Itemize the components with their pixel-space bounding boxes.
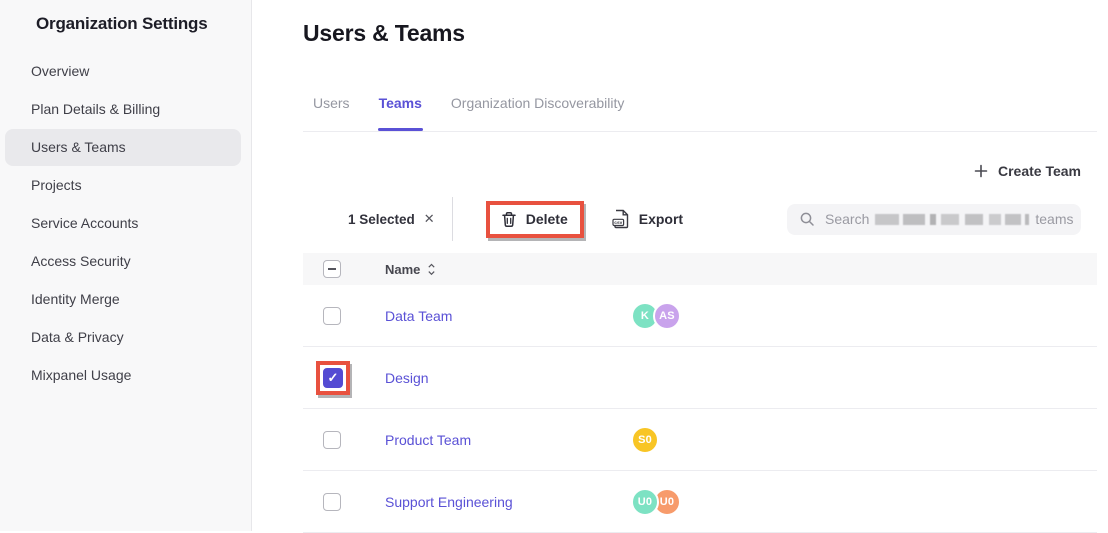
selected-count-label: 1 Selected [348,212,415,227]
page-title: Users & Teams [303,20,465,47]
team-row-support-engineering: Support EngineeringU0U0 [303,471,1097,533]
sidebar-item-overview[interactable]: Overview [5,53,241,90]
member-avatars: U0U0 [631,488,681,516]
bulk-actions-toolbar: 1 Selected ✕ Delete [303,197,1081,241]
row-checkbox[interactable] [323,493,341,511]
sidebar-item-plan-details-billing[interactable]: Plan Details & Billing [5,91,241,128]
search-icon [799,211,815,227]
trash-icon [501,211,517,228]
csv-file-icon: csv [612,209,630,229]
tab-bar: Users Teams Organization Discoverability [303,95,1097,132]
create-team-label: Create Team [998,163,1081,179]
member-avatar: AS [653,302,681,330]
member-avatar: S0 [631,426,659,454]
table-header-row: Name [303,253,1097,285]
main-content: Users & Teams Users Teams Organization Dis… [252,0,1108,531]
svg-text:csv: csv [614,221,622,226]
member-avatars: KAS [631,302,681,330]
sidebar-title: Organization Settings [0,0,251,34]
plus-icon [974,164,988,178]
sidebar-item-access-security[interactable]: Access Security [5,243,241,280]
table-body: Data TeamKASDesignProduct TeamS0Support … [303,285,1097,533]
team-name-link[interactable]: Design [385,370,631,386]
search-placeholder-prefix: Search [825,211,869,227]
search-placeholder-suffix: teams [1035,211,1073,227]
name-column-header: Name [385,262,436,277]
delete-label: Delete [526,211,568,227]
toolbar-divider [452,197,453,241]
member-avatars: S0 [631,426,659,454]
teams-table: Name Data TeamKASDesignProduct TeamS0Sup… [303,253,1097,533]
sidebar-item-identity-merge[interactable]: Identity Merge [5,281,241,318]
member-avatar: U0 [631,488,659,516]
team-row-design: Design [303,347,1097,409]
team-row-product-team: Product TeamS0 [303,409,1097,471]
select-all-checkbox[interactable] [323,260,341,278]
sidebar-item-users-teams[interactable]: Users & Teams [5,129,241,166]
sidebar-nav: OverviewPlan Details & BillingUsers & Te… [0,53,251,394]
search-placeholder: Search teams [825,211,1073,227]
row-checkbox[interactable] [323,307,341,325]
team-name-link[interactable]: Support Engineering [385,494,631,510]
delete-button[interactable]: Delete [490,205,580,234]
tab-organization-discoverability[interactable]: Organization Discoverability [451,95,625,131]
sidebar-item-projects[interactable]: Projects [5,167,241,204]
tab-users[interactable]: Users [313,95,350,131]
annotation-highlight-checkbox [316,361,350,395]
export-label: Export [639,211,683,227]
search-input[interactable]: Search teams [787,204,1081,235]
sidebar: Organization Settings OverviewPlan Detai… [0,0,252,531]
team-name-link[interactable]: Data Team [385,308,631,324]
row-checkbox[interactable] [323,431,341,449]
name-column-label: Name [385,262,420,277]
clear-selection-button[interactable]: ✕ [424,211,435,227]
team-row-data-team: Data TeamKAS [303,285,1097,347]
organization-settings-page: Organization Settings OverviewPlan Detai… [0,0,1108,531]
redacted-text-block [875,214,1029,225]
export-button[interactable]: csv Export [612,209,683,229]
sidebar-item-mixpanel-usage[interactable]: Mixpanel Usage [5,357,241,394]
annotation-highlight-delete: Delete [486,201,584,238]
tab-teams[interactable]: Teams [379,95,422,131]
sidebar-item-service-accounts[interactable]: Service Accounts [5,205,241,242]
team-name-link[interactable]: Product Team [385,432,631,448]
row-checkbox[interactable] [323,368,343,388]
sidebar-item-data-privacy[interactable]: Data & Privacy [5,319,241,356]
sort-icon[interactable] [427,263,436,276]
create-team-button[interactable]: Create Team [974,163,1081,179]
